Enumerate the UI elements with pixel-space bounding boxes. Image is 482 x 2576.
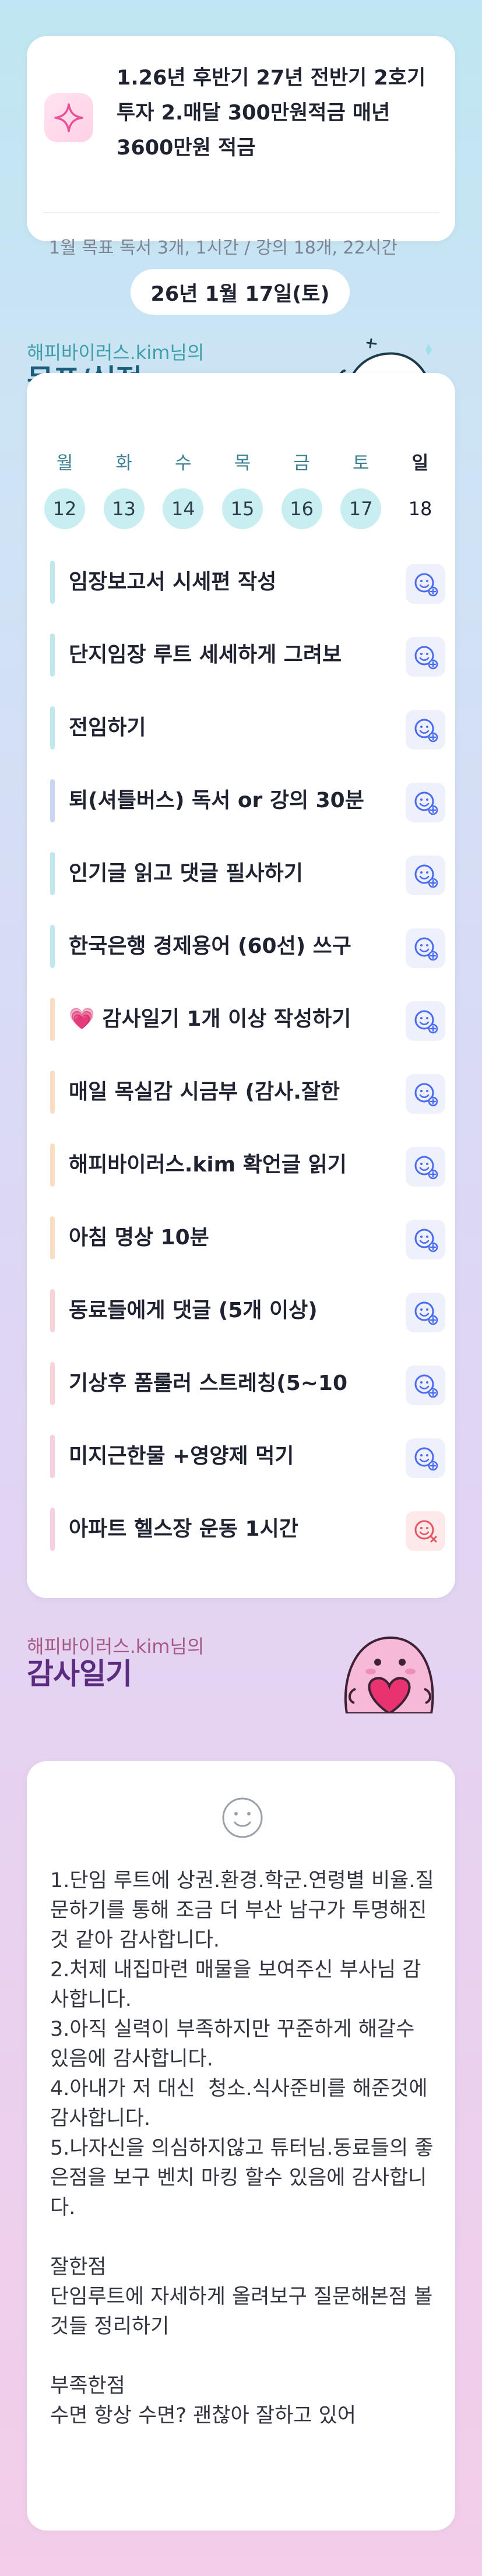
task-item[interactable]: 기상후 폼룰러 스트레칭(5~10 [50, 1349, 445, 1422]
task-color-bar [50, 1143, 55, 1187]
task-check-face-icon[interactable] [406, 1220, 445, 1259]
task-check-face-icon[interactable] [406, 1074, 445, 1114]
month-goal-text: 1월 목표 독서 3개, 1시간 / 강의 18개, 22시간 [49, 238, 397, 258]
gratitude-text: 1.단임 루트에 상권.환경.학군.연령별 비율.질문하기를 통해 조금 더 부… [50, 1869, 434, 2427]
task-item[interactable]: 해피바이러스.kim 확언글 읽기 [50, 1131, 445, 1203]
task-color-bar [50, 1435, 55, 1478]
task-item[interactable]: 아파트 헬스장 운동 1시간 [50, 1495, 445, 1568]
gratitude-card: 1.단임 루트에 상권.환경.학군.연령별 비율.질문하기를 통해 조금 더 부… [27, 1761, 455, 2531]
task-check-face-icon[interactable] [406, 1293, 445, 1332]
day-number: 15 [221, 488, 263, 529]
task-title: 전임하기 [69, 716, 146, 740]
task-item[interactable]: 미지근한물 +영양제 먹기 [50, 1422, 445, 1495]
task-color-bar [50, 706, 55, 749]
day-fri[interactable]: 금 16 [281, 449, 322, 529]
day-label: 토 [353, 453, 370, 474]
task-item[interactable]: 한국은행 경제용어 (60선) 쓰구 [50, 912, 445, 985]
task-title: 퇴(셔틀버스) 독서 or 강의 30분 [69, 789, 364, 812]
task-item[interactable]: 인기글 읽고 댓글 필사하기 [50, 839, 445, 912]
task-color-bar [50, 925, 55, 968]
sparkle-icon [44, 93, 93, 142]
task-title: 매일 목실감 시금부 (감사.잘한 [69, 1080, 340, 1104]
week-calendar: 월 12 화 13 수 14 목 15 금 16 토 17 일 18 [44, 449, 441, 529]
task-check-face-icon[interactable] [406, 564, 445, 604]
task-check-face-icon[interactable] [406, 856, 445, 895]
day-sat[interactable]: 토 17 [340, 449, 382, 529]
day-thu[interactable]: 목 15 [221, 449, 263, 529]
task-title: 아침 명상 10분 [69, 1226, 209, 1250]
task-item[interactable]: 💗 감사일기 1개 이상 작성하기 [50, 985, 445, 1058]
day-sun[interactable]: 일 18 [400, 449, 441, 529]
section-title-gratitude: 감사일기 [27, 1657, 132, 1691]
task-title: 기상후 폼룰러 스트레칭(5~10 [69, 1371, 348, 1395]
task-title: 💗 감사일기 1개 이상 작성하기 [69, 1007, 351, 1031]
task-check-face-icon[interactable] [406, 637, 445, 677]
day-label: 월 [56, 453, 73, 474]
task-color-bar [50, 1508, 55, 1551]
day-number: 18 [408, 498, 432, 520]
task-check-face-icon[interactable] [406, 928, 445, 968]
task-title: 동료들에게 댓글 (5개 이상) [69, 1298, 318, 1322]
day-number: 17 [340, 488, 382, 529]
date-selector[interactable]: 26년 1월 17일(토) [131, 269, 350, 315]
task-title: 아파트 헬스장 운동 1시간 [69, 1517, 298, 1541]
task-title: 미지근한물 +영양제 먹기 [69, 1444, 294, 1468]
task-title: 인기글 읽고 댓글 필사하기 [69, 861, 303, 885]
task-color-bar [50, 1289, 55, 1332]
day-label: 금 [293, 453, 310, 474]
task-color-bar [50, 1071, 55, 1114]
task-title: 임장보고서 시세편 작성 [69, 570, 277, 594]
task-fail-face-icon[interactable] [406, 1511, 445, 1551]
pink-mascot-heart-icon [344, 1636, 434, 1713]
task-check-face-icon[interactable] [406, 783, 445, 822]
task-title: 단지임장 루트 세세하게 그려보 [69, 643, 342, 667]
day-label: 목 [234, 453, 251, 474]
task-color-bar [50, 998, 55, 1041]
day-wed[interactable]: 수 14 [163, 449, 204, 529]
day-label: 화 [115, 453, 132, 474]
task-check-face-icon[interactable] [406, 1366, 445, 1405]
task-item[interactable]: 전임하기 [50, 694, 445, 766]
task-check-face-icon[interactable] [406, 1438, 445, 1478]
divider [43, 212, 439, 213]
task-item[interactable]: 단지임장 루트 세세하게 그려보 [50, 621, 445, 694]
task-color-bar [50, 561, 55, 604]
day-label: 일 [411, 453, 429, 474]
day-number: 12 [44, 488, 85, 529]
day-number: 13 [103, 488, 145, 529]
task-item[interactable]: 매일 목실감 시금부 (감사.잘한 [50, 1058, 445, 1131]
task-color-bar [50, 779, 55, 822]
day-number: 16 [281, 488, 322, 529]
task-check-face-icon[interactable] [406, 710, 445, 749]
task-color-bar [50, 852, 55, 895]
task-color-bar [50, 1216, 55, 1259]
task-color-bar [50, 1362, 55, 1405]
day-number: 14 [163, 488, 204, 529]
task-check-face-icon[interactable] [406, 1001, 445, 1041]
task-title: 한국은행 경제용어 (60선) 쓰구 [69, 934, 351, 958]
smile-icon[interactable] [221, 1796, 264, 1839]
task-item[interactable]: 임장보고서 시세편 작성 [50, 548, 445, 621]
task-title: 해피바이러스.kim 확언글 읽기 [69, 1153, 347, 1177]
day-mon[interactable]: 월 12 [44, 449, 85, 529]
task-list: 임장보고서 시세편 작성단지임장 루트 세세하게 그려보전임하기퇴(셔틀버스) … [50, 548, 445, 1568]
goal-card[interactable]: 1.26년 후반기 27년 전반기 2호기 투자 2.매달 300만원적금 매년… [27, 36, 455, 258]
goal-text: 1.26년 후반기 27년 전반기 2호기 투자 2.매달 300만원적금 매년… [117, 66, 426, 160]
task-item[interactable]: 동료들에게 댓글 (5개 이상) [50, 1276, 445, 1349]
task-item[interactable]: 퇴(셔틀버스) 독서 or 강의 30분 [50, 766, 445, 839]
goals-card: 월 12 화 13 수 14 목 15 금 16 토 17 일 18 임장보고서 시세편 작성… [27, 373, 455, 1598]
task-check-face-icon[interactable] [406, 1147, 445, 1187]
task-color-bar [50, 634, 55, 677]
day-label: 수 [175, 453, 192, 474]
task-item[interactable]: 아침 명상 10분 [50, 1203, 445, 1276]
day-tue[interactable]: 화 13 [103, 449, 145, 529]
